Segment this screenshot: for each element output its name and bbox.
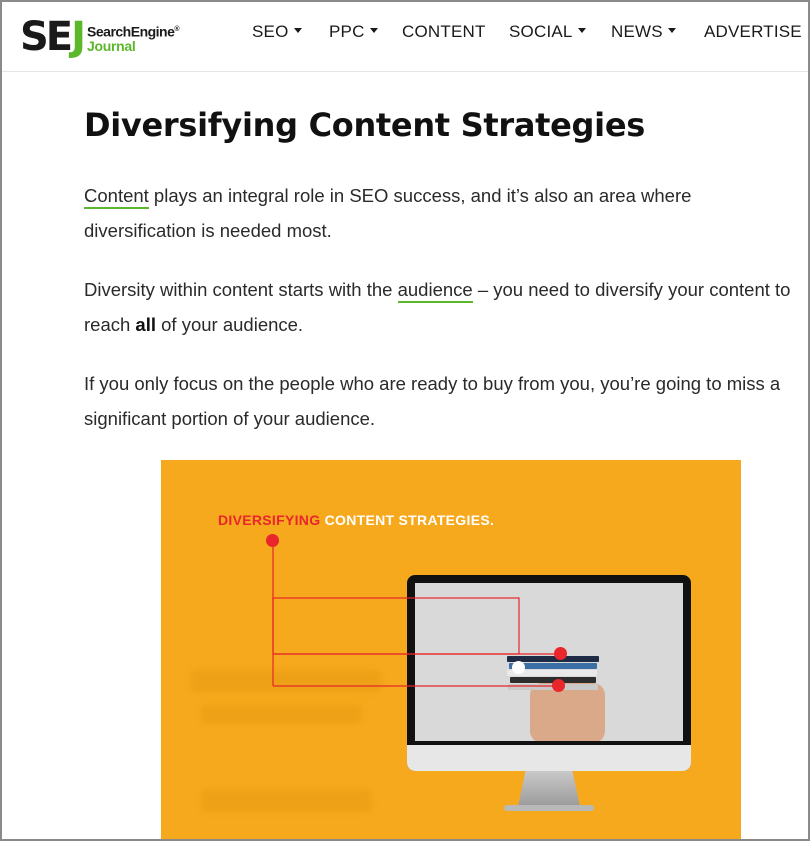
chevron-down-icon [293, 28, 302, 34]
browser-frame: SE J SearchEngine® Journal SEO PPC CONTE… [0, 0, 810, 841]
logo-mark-se: SE [20, 14, 73, 60]
chevron-down-icon [577, 28, 586, 34]
connector-box [272, 597, 520, 655]
article-paragraph-1: Content plays an integral role in SEO su… [84, 185, 692, 241]
white-marker-dot [512, 661, 525, 674]
connector-lines [272, 541, 561, 687]
article-title: Diversifying Content Strategies [84, 106, 645, 144]
nav-item-content[interactable]: CONTENT [402, 22, 486, 42]
site-logo[interactable]: SE J SearchEngine® Journal [20, 12, 180, 62]
red-marker-dot [554, 647, 567, 660]
nav-item-seo[interactable]: SEO [252, 22, 302, 42]
site-header: SE J SearchEngine® Journal SEO PPC CONTE… [2, 2, 808, 72]
nav-item-social[interactable]: SOCIAL [509, 22, 586, 42]
nav-item-news[interactable]: NEWS [611, 22, 676, 42]
nav-item-ppc[interactable]: PPC [329, 22, 378, 42]
red-marker-dot [552, 679, 565, 692]
logo-wordmark: SearchEngine® Journal [87, 22, 180, 55]
article-paragraph-3: If you only focus on the people who are … [84, 373, 781, 429]
red-marker-dot [266, 534, 279, 547]
article-paragraph-2: Diversity within content starts with the… [84, 279, 791, 335]
audience-link[interactable]: audience [397, 279, 473, 303]
logo-word-searchengine: SearchEngine® [87, 23, 180, 40]
content-link[interactable]: Content [84, 185, 149, 209]
chevron-down-icon [369, 28, 378, 34]
chevron-down-icon [667, 28, 676, 34]
nav-item-advertise[interactable]: ADVERTISE [704, 22, 802, 42]
hero-image: DIVERSIFYING CONTENT STRATEGIES. [161, 460, 741, 839]
logo-word-journal: Journal [87, 38, 136, 55]
logo-mark-j: J [71, 14, 86, 60]
